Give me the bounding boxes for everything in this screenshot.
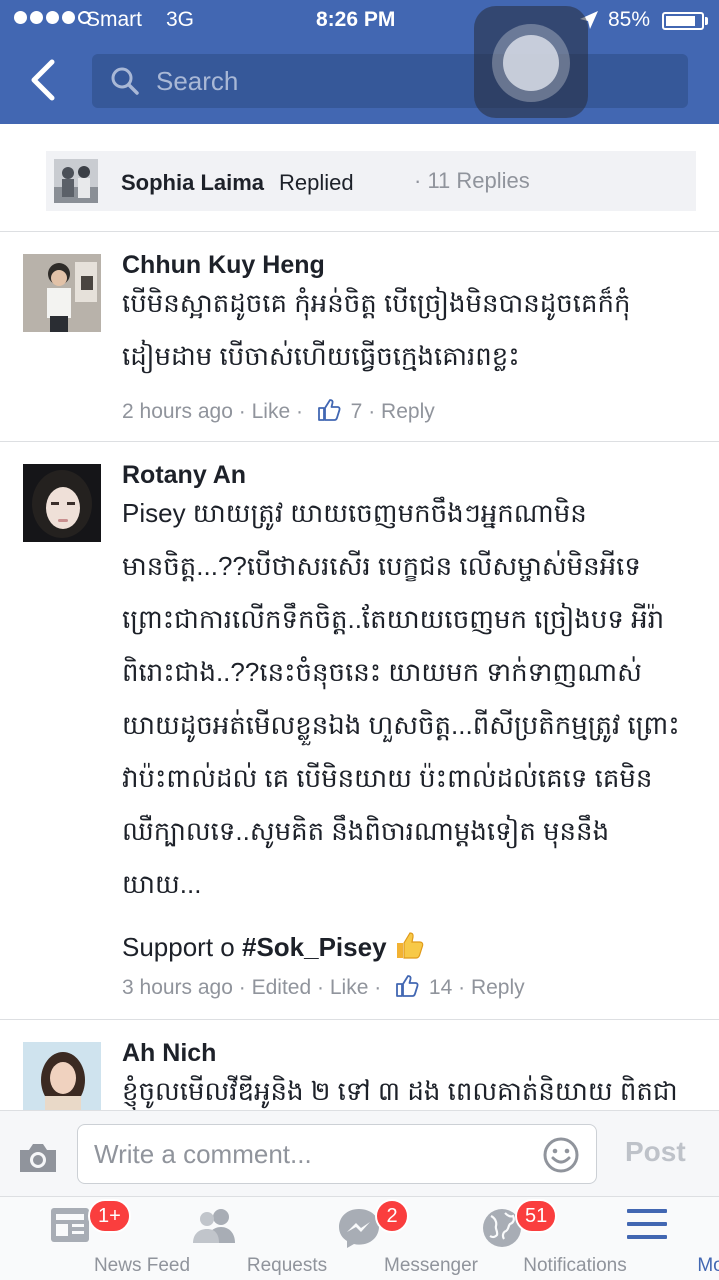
like-button[interactable]: Like bbox=[252, 400, 291, 424]
meta-separator: · bbox=[238, 976, 246, 999]
avatar[interactable] bbox=[23, 254, 101, 332]
comment-compose-bar: Write a comment... Post bbox=[0, 1110, 719, 1196]
smiley-icon[interactable] bbox=[542, 1136, 580, 1174]
search-placeholder: Search bbox=[156, 66, 239, 96]
bottom-tab-bar: 1+ News Feed Requests 2 Messenger 51 Not… bbox=[0, 1196, 719, 1280]
post-button[interactable]: Post bbox=[625, 1136, 686, 1168]
assistive-touch-button[interactable] bbox=[474, 6, 588, 118]
tab-label: More bbox=[697, 1255, 719, 1276]
support-line: Support o #Sok_Pisey bbox=[122, 930, 702, 966]
comment-line: Pisey យាយត្រូវ យាយចេញមកចឹងៗអ្នកណាមិន bbox=[122, 498, 587, 528]
reply-verb: Replied bbox=[279, 170, 354, 195]
carrier-name: Smart bbox=[86, 8, 143, 31]
comment-item: Rotany An Pisey យាយត្រូវ យាយចេញមកចឹងៗអ្ន… bbox=[0, 441, 719, 1019]
hashtag-link[interactable]: #Sok_Pisey bbox=[242, 932, 387, 962]
edited-label[interactable]: Edited bbox=[252, 976, 312, 1000]
tab-messenger[interactable]: 2 Messenger bbox=[287, 1197, 478, 1280]
tab-notifications[interactable]: 51 Notifications bbox=[431, 1197, 627, 1280]
meta-separator: · bbox=[295, 400, 303, 423]
notifications-badge: 51 bbox=[515, 1199, 558, 1233]
tab-more[interactable]: More bbox=[575, 1197, 719, 1280]
reply-button[interactable]: Reply bbox=[471, 976, 525, 1000]
comment-line: បើមិនស្អាតដូចគេ កុំអន់ចិត្ត បើច្រៀងមិនបា… bbox=[122, 288, 631, 318]
network-type: 3G bbox=[166, 8, 195, 31]
like-button[interactable]: Like bbox=[330, 976, 369, 1000]
friend-requests-icon bbox=[193, 1209, 235, 1243]
comment-timestamp: 2 hours ago bbox=[122, 400, 233, 423]
comment-line: យាយ... bbox=[122, 869, 202, 899]
comment-meta: 3 hours ago · Edited · Like · 14 · Reply bbox=[122, 974, 525, 1000]
comment-author-name[interactable]: Chhun Kuy Heng bbox=[122, 251, 325, 280]
comment-timestamp: 3 hours ago bbox=[122, 976, 233, 999]
meta-separator: · bbox=[374, 976, 382, 999]
comment-line: យាយដូចអត់មើលខ្លួនឯង ហួសចិត្ត...ពីសីប្រតិ… bbox=[122, 710, 680, 740]
signal-strength-icon bbox=[14, 11, 91, 24]
comment-line: ដៀមដាម បើចាស់ហើយធ្វើចក្មេងគោរពខ្លះ bbox=[122, 341, 520, 371]
comment-meta: 2 hours ago · Like · 7 · Reply bbox=[122, 398, 435, 424]
like-count: 14 bbox=[428, 976, 453, 999]
comment-text: ខ្ញុំចូលមើលវីឌីអូនិង ២ ទៅ ៣ ដង ពេលគាត់និ… bbox=[122, 1075, 702, 1110]
comment-author-name[interactable]: Rotany An bbox=[122, 461, 246, 490]
comment-input[interactable]: Write a comment... bbox=[77, 1124, 597, 1184]
avatar[interactable] bbox=[23, 464, 101, 542]
support-text: Support o bbox=[122, 932, 242, 962]
comment-author-name[interactable]: Ah Nich bbox=[122, 1039, 216, 1068]
news-feed-badge: 1+ bbox=[88, 1199, 131, 1233]
tab-news-feed[interactable]: 1+ News Feed bbox=[0, 1197, 190, 1280]
battery-percent: 85% bbox=[608, 8, 651, 31]
thumbs-up-icon bbox=[396, 975, 419, 997]
avatar bbox=[54, 159, 98, 203]
like-count: 7 bbox=[350, 400, 363, 423]
battery-icon bbox=[662, 12, 704, 30]
reply-count[interactable]: · 11 Replies bbox=[414, 168, 530, 194]
search-input[interactable]: Search bbox=[92, 54, 688, 108]
reply-author-name[interactable]: Sophia Laima bbox=[121, 170, 264, 196]
comment-line: វាប៉ះពាល់ដល់ គេ បើមិនយាយ ប៉ះពាល់ដល់គេទេ … bbox=[122, 763, 653, 793]
status-bar: Smart 3G 8:26 PM 85% bbox=[0, 0, 719, 40]
comment-text: បើមិនស្អាតដូចគេ កុំអន់ចិត្ត បើច្រៀងមិនបា… bbox=[122, 287, 702, 387]
comment-item: Ah Nich ខ្ញុំចូលមើលវីឌីអូនិង ២ ទៅ ៣ ដង ព… bbox=[0, 1019, 719, 1110]
comment-line: ពិរោះជាង..??នេះចំនុចនេះ យាយមក ទាក់ទាញណាស… bbox=[122, 657, 642, 687]
meta-separator: · bbox=[317, 976, 324, 999]
back-arrow-icon[interactable] bbox=[22, 58, 62, 102]
meta-separator: · bbox=[238, 400, 246, 423]
battery-tip bbox=[705, 17, 708, 25]
thumbs-up-icon bbox=[317, 399, 341, 421]
thumbs-up-emoji-icon bbox=[396, 932, 424, 959]
meta-separator: · bbox=[368, 400, 376, 423]
meta-separator: · bbox=[458, 976, 466, 999]
menu-icon bbox=[627, 1209, 667, 1239]
top-navigation-bar: Smart 3G 8:26 PM 85% Search bbox=[0, 0, 719, 124]
camera-icon[interactable] bbox=[17, 1141, 59, 1175]
comment-line: ខ្ញុំចូលមើលវីឌីអូនិង ២ ទៅ ៣ ដង ពេលគាត់និ… bbox=[122, 1076, 678, 1106]
battery-level bbox=[666, 16, 695, 26]
comment-text: Pisey យាយត្រូវ យាយចេញមកចឹងៗអ្នកណាមិន មាន… bbox=[122, 497, 702, 899]
comment-item: Chhun Kuy Heng បើមិនស្អាតដូចគេ កុំអន់ចិត… bbox=[0, 231, 719, 441]
comment-line: មានចិត្ត...??បើថាសរសើរ បេក្ខជន លើសម្ចាស់… bbox=[122, 551, 641, 581]
reply-button[interactable]: Reply bbox=[381, 400, 435, 424]
news-feed-icon bbox=[51, 1208, 89, 1242]
comment-line: ឈឺក្បាលទេ..សូមគិត នឹងពិចារណាម្តងទៀត មុនន… bbox=[122, 816, 610, 846]
avatar[interactable] bbox=[23, 1042, 101, 1110]
search-icon bbox=[111, 67, 139, 95]
replies-summary[interactable]: Sophia Laima Replied · 11 Replies bbox=[46, 151, 696, 211]
status-time: 8:26 PM bbox=[316, 8, 396, 31]
comment-line: ព្រោះជាការលើកទឹកចិត្ត..តែយាយចេញមក ច្រៀងប… bbox=[122, 604, 665, 634]
messenger-badge: 2 bbox=[375, 1199, 409, 1233]
comment-placeholder: Write a comment... bbox=[94, 1139, 312, 1169]
tab-requests[interactable]: Requests bbox=[143, 1197, 327, 1280]
